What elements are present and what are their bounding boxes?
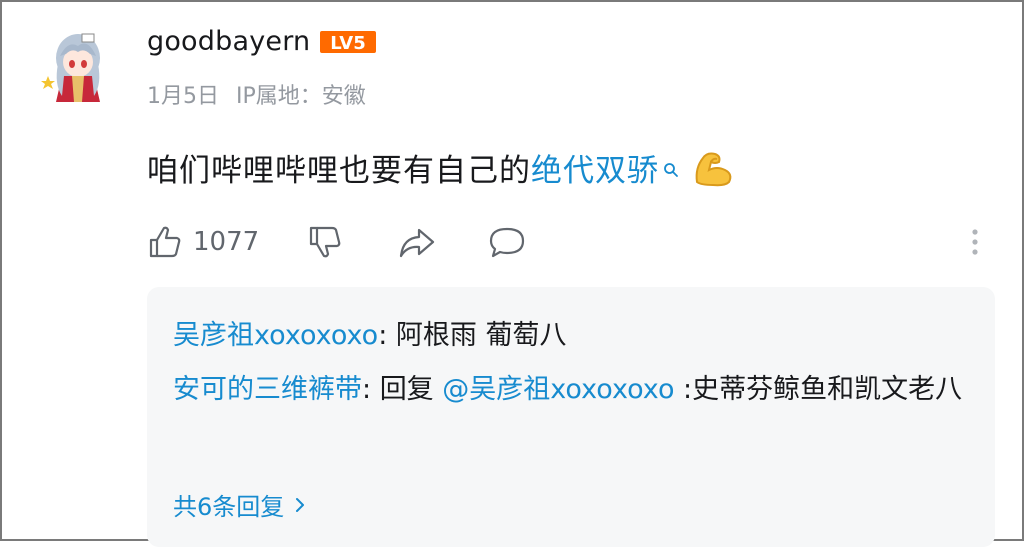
reply-item: 吴彦祖xoxoxoxo: 阿根雨 葡萄八 — [173, 314, 973, 358]
comment-text: 咱们哔哩哔哩也要有自己的 绝代双骄 — [147, 145, 735, 190]
user-avatar[interactable] — [38, 24, 118, 104]
reply-separator: : — [362, 374, 380, 405]
comment-icon — [489, 227, 525, 258]
share-icon — [399, 228, 435, 258]
reply-prefix: 回复 — [379, 374, 443, 405]
comment-meta: 1月5日 IP属地：安徽 — [147, 78, 366, 110]
keyword-link[interactable]: 绝代双骄 — [531, 145, 659, 190]
more-replies-link[interactable]: 共6条回复 — [173, 487, 306, 522]
flexed-biceps-emoji — [691, 148, 735, 188]
reply-author[interactable]: 安可的三维裤带 — [173, 374, 362, 405]
comment-card: goodbayern LV5 1月5日 IP属地：安徽 咱们哔哩哔哩也要有自己的… — [0, 0, 1024, 547]
reply-author[interactable]: 吴彦祖xoxoxoxo — [173, 320, 378, 351]
reply-text: :史蒂芬鲸鱼和凯文老八 — [674, 374, 963, 405]
more-options-button[interactable] — [969, 222, 981, 262]
thumbs-down-icon — [309, 226, 341, 258]
share-button[interactable] — [397, 222, 437, 262]
replies-preview: 吴彦祖xoxoxoxo: 阿根雨 葡萄八 安可的三维裤带: 回复 @吴彦祖xox… — [147, 287, 995, 547]
like-count: 1077 — [193, 227, 260, 257]
svg-text:LV5: LV5 — [331, 33, 366, 54]
more-replies-label: 共6条回复 — [173, 493, 285, 521]
username[interactable]: goodbayern — [147, 26, 310, 57]
level-badge-icon: LV5 — [320, 29, 377, 55]
reply-separator: : — [378, 320, 396, 351]
comment-date: 1月5日 — [147, 84, 219, 109]
reply-item: 安可的三维裤带: 回复 @吴彦祖xoxoxoxo :史蒂芬鲸鱼和凯文老八 — [173, 368, 973, 412]
reply-mention[interactable]: @吴彦祖xoxoxoxo — [442, 374, 674, 405]
search-icon[interactable] — [663, 150, 679, 177]
chevron-right-icon — [296, 497, 305, 512]
ip-location: IP属地：安徽 — [236, 84, 366, 109]
reply-text: 阿根雨 葡萄八 — [395, 320, 567, 351]
like-button[interactable]: 1077 — [147, 222, 259, 262]
username-row: goodbayern LV5 — [147, 26, 377, 57]
dislike-button[interactable] — [307, 222, 343, 262]
comment-body: 咱们哔哩哔哩也要有自己的 — [147, 153, 531, 189]
more-vertical-icon — [972, 229, 978, 255]
comment-actions: 1077 — [147, 222, 987, 262]
reply-button[interactable] — [487, 222, 527, 262]
thumbs-up-icon — [149, 226, 181, 258]
